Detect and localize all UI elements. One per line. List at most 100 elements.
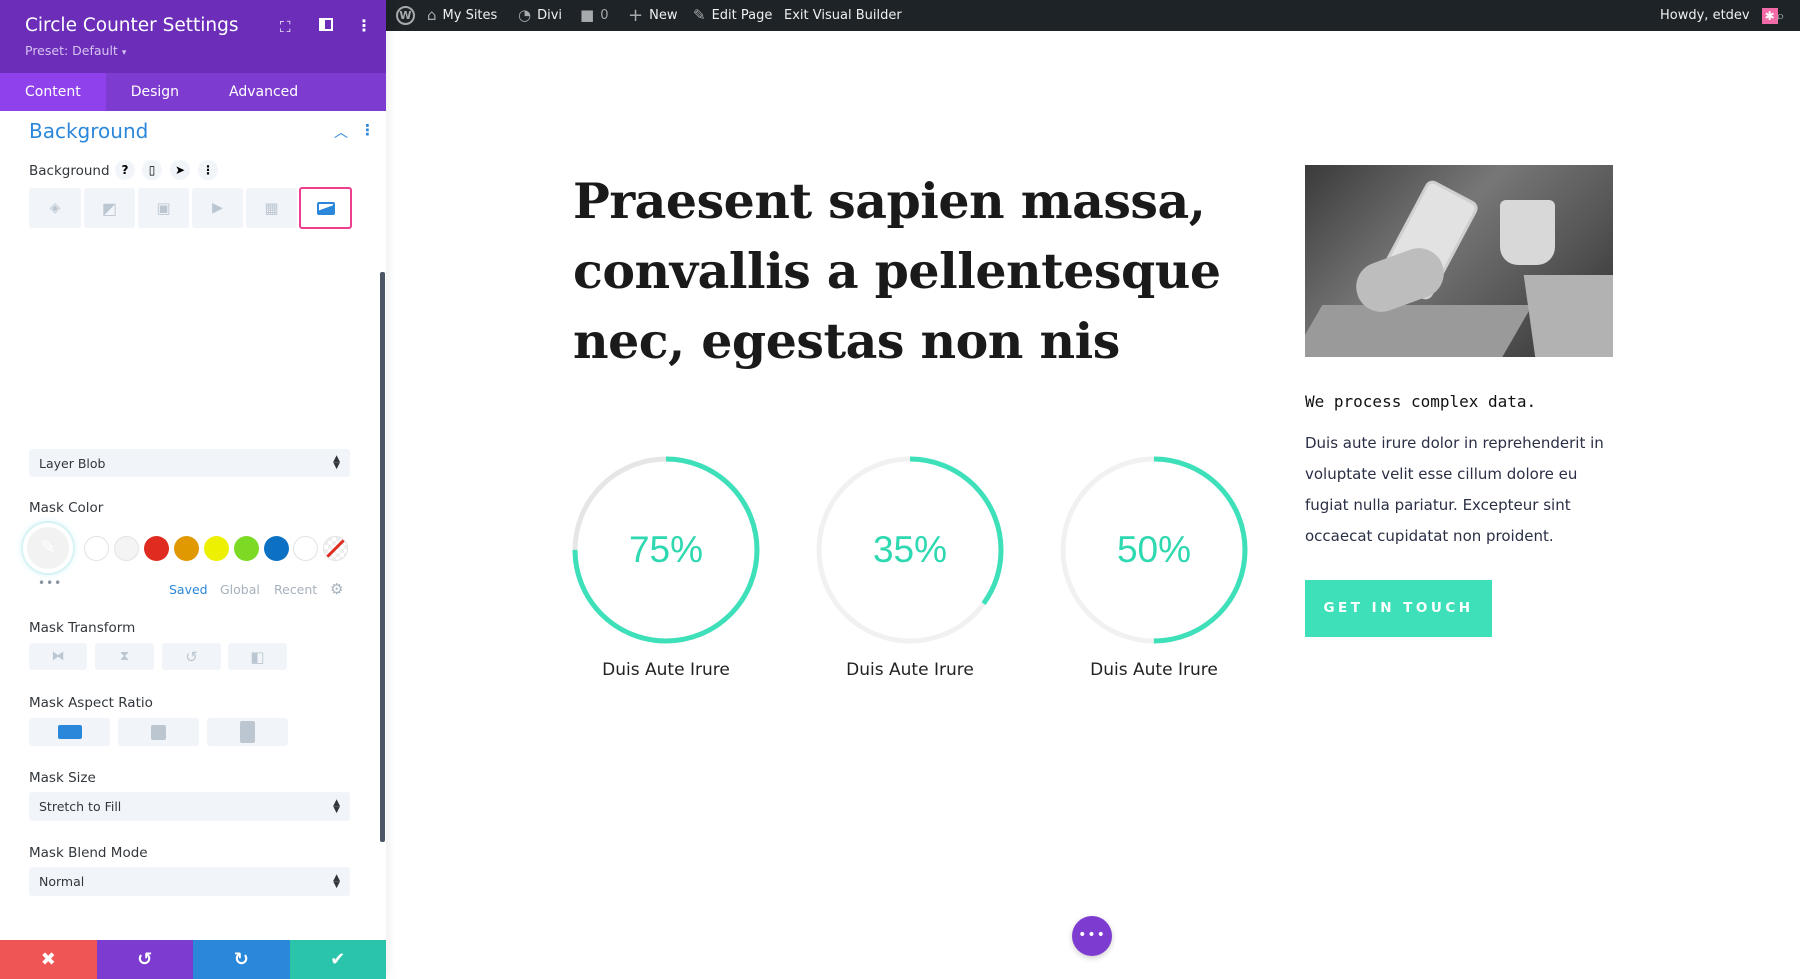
redo-icon: ↻: [233, 949, 249, 970]
more-colors-icon[interactable]: •••: [38, 576, 62, 590]
background-video-tab[interactable]: ▶: [192, 188, 243, 228]
swatch-green[interactable]: [234, 536, 259, 561]
invert-button[interactable]: ◧: [228, 643, 287, 670]
background-color-tab[interactable]: ◈: [29, 188, 81, 228]
flip-vertical-icon: ⧗: [119, 649, 130, 664]
flip-horizontal-button[interactable]: ⧓: [29, 643, 87, 670]
invert-icon: ◧: [250, 647, 265, 666]
select-arrows-icon: ▲ ▼: [333, 872, 340, 890]
swatch-blue[interactable]: [264, 536, 289, 561]
circle-counter: 35%: [816, 456, 1004, 644]
swatch-orange[interactable]: [174, 536, 199, 561]
exit-visual-builder-link[interactable]: Exit Visual Builder: [784, 0, 902, 31]
portrait-icon: [240, 721, 255, 743]
pencil-icon: ✎: [693, 6, 706, 24]
expand-icon[interactable]: ⛶: [280, 18, 291, 36]
mask-size-select[interactable]: Stretch to Fill ▲ ▼: [29, 792, 350, 821]
flip-vertical-button[interactable]: ⧗: [95, 643, 154, 670]
get-in-touch-button[interactable]: GET IN TOUCH: [1305, 580, 1492, 637]
rotate-button[interactable]: ↺: [162, 643, 221, 670]
heading-line: nec, egestas non nis: [573, 312, 1120, 370]
wordpress-icon: W: [396, 6, 415, 25]
tab-content[interactable]: Content: [0, 73, 106, 111]
tab-design[interactable]: Design: [106, 73, 204, 111]
mask-aspect-ratio-label: Mask Aspect Ratio: [29, 695, 153, 711]
aspect-square-button[interactable]: [118, 718, 199, 746]
search-icon: ⌕: [1776, 6, 1785, 25]
tab-advanced[interactable]: Advanced: [204, 73, 323, 111]
mask-blend-mode-select[interactable]: Normal ▲ ▼: [29, 867, 350, 896]
mask-color-label: Mask Color: [29, 500, 104, 516]
image-icon: ▣: [156, 199, 171, 217]
panel-header: Circle Counter Settings Preset: Default …: [0, 0, 386, 73]
swatch-red[interactable]: [144, 536, 169, 561]
paint-bucket-icon: ◈: [49, 200, 61, 216]
rotate-icon: ↺: [185, 647, 198, 666]
swatch-light-gray[interactable]: [114, 536, 139, 561]
split-view-icon[interactable]: [319, 18, 333, 31]
palette-tab-global[interactable]: Global: [220, 582, 260, 597]
redo-button[interactable]: ↻: [193, 940, 290, 979]
divi-menu[interactable]: ◔ Divi: [518, 0, 562, 31]
check-icon: ✔: [330, 949, 346, 970]
my-account-menu[interactable]: Howdy, etdev ✱: [1660, 0, 1778, 31]
gear-icon[interactable]: ⚙: [330, 580, 343, 598]
aspect-landscape-button[interactable]: [29, 718, 110, 746]
close-icon: ✖: [40, 949, 56, 970]
swatch-yellow[interactable]: [204, 536, 229, 561]
circle-counter: 50%: [1060, 456, 1248, 644]
save-button[interactable]: ✔: [289, 940, 386, 979]
square-icon: [151, 724, 166, 740]
palette-tab-saved[interactable]: Saved: [169, 582, 208, 597]
mask-icon: [316, 201, 335, 215]
background-mask-tab[interactable]: [299, 187, 352, 229]
cancel-button[interactable]: ✖: [0, 940, 97, 979]
section-title[interactable]: Background: [29, 119, 148, 143]
panel-scrollbar[interactable]: [380, 272, 385, 842]
swatch-white[interactable]: [84, 536, 109, 561]
aspect-portrait-button[interactable]: [207, 718, 288, 746]
builder-menu-button[interactable]: •••: [1072, 916, 1112, 956]
background-pattern-tab[interactable]: ▦: [246, 188, 297, 228]
mask-style-select[interactable]: Layer Blob ▲ ▼: [29, 449, 350, 477]
palette-tab-recent[interactable]: Recent: [274, 582, 317, 597]
dashboard-icon: ◔: [518, 6, 532, 24]
eyedropper-icon: ✎: [40, 537, 56, 558]
preset-dropdown[interactable]: Preset: Default ▾: [25, 43, 126, 58]
mask-size-label: Mask Size: [29, 770, 96, 786]
counter-title: Duis Aute Irure: [1090, 660, 1218, 680]
subheading: We process complex data.: [1305, 392, 1537, 411]
swatch-white-2[interactable]: [293, 536, 318, 561]
section-menu-icon[interactable]: ⋮: [360, 121, 375, 139]
counter-percent: 50%: [1116, 529, 1192, 570]
pattern-icon: ▦: [264, 199, 279, 217]
my-sites-menu[interactable]: ⌂ My Sites: [427, 0, 497, 31]
video-icon: ▶: [212, 200, 223, 216]
counter-title: Duis Aute Irure: [602, 660, 730, 680]
counter-title: Duis Aute Irure: [846, 660, 974, 680]
responsive-icon[interactable]: ▯: [142, 160, 162, 180]
wp-admin-bar: W ⌂ My Sites ◔ Divi ■ 0 + New ✎ Edit Page Exi…: [386, 0, 1800, 31]
background-label: Background: [29, 163, 110, 179]
circle-counter: 75%: [572, 456, 760, 644]
comments-menu[interactable]: ■ 0: [580, 0, 608, 31]
landscape-icon: [57, 725, 82, 739]
search-button[interactable]: ⌕: [1776, 0, 1785, 31]
edit-page-link[interactable]: ✎ Edit Page: [693, 0, 772, 31]
plus-icon: +: [628, 5, 644, 26]
background-gradient-tab[interactable]: ◩: [84, 188, 135, 228]
color-picker-button[interactable]: ✎: [23, 523, 73, 573]
flip-horizontal-icon: ⧓: [51, 649, 65, 664]
more-options-icon[interactable]: ⋮: [356, 16, 372, 35]
hero-heading: Praesent sapien massa, convallis a pelle…: [573, 166, 1221, 376]
wordpress-menu[interactable]: W: [396, 0, 415, 31]
new-menu[interactable]: + New: [628, 0, 677, 31]
panel-title: Circle Counter Settings: [25, 15, 239, 36]
chevron-up-icon[interactable]: ︿: [334, 122, 348, 142]
options-icon[interactable]: ⋮: [198, 160, 218, 180]
hover-cursor-icon[interactable]: ➤: [170, 160, 190, 180]
undo-button[interactable]: ↺: [96, 940, 193, 979]
help-icon[interactable]: ?: [115, 160, 135, 180]
swatch-transparent[interactable]: [323, 536, 348, 561]
background-image-tab[interactable]: ▣: [138, 188, 189, 228]
